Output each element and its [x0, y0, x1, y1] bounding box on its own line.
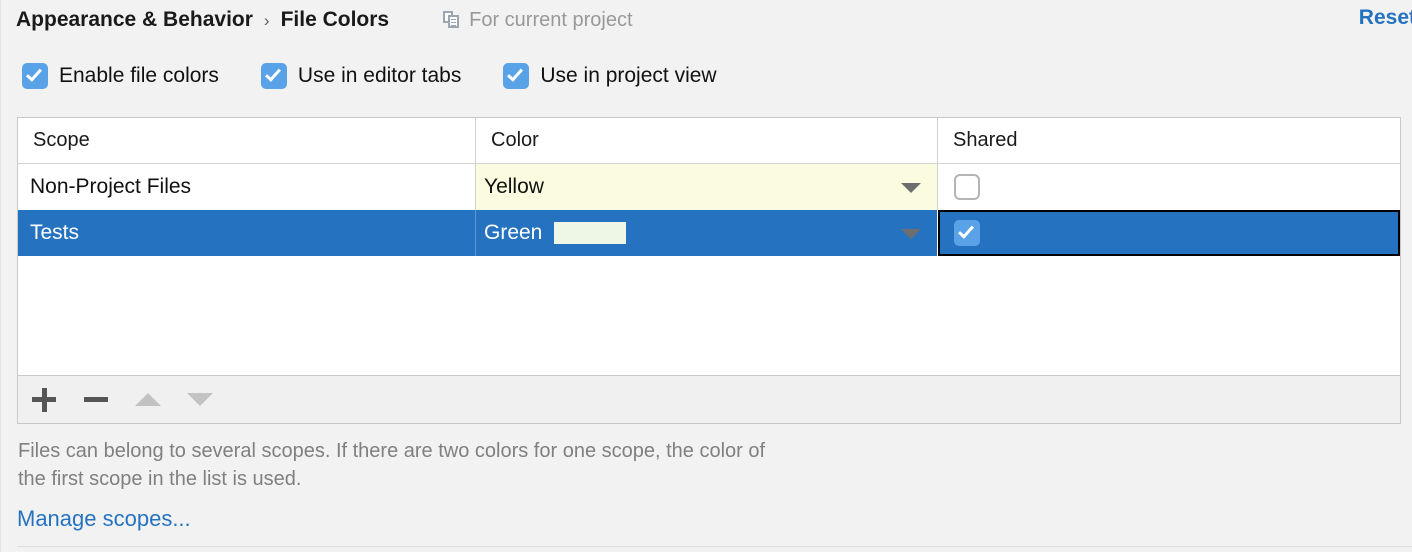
- reset-button[interactable]: Reset: [1359, 6, 1412, 30]
- plus-icon: [32, 387, 56, 412]
- checkbox-label: Use in editor tabs: [297, 64, 462, 87]
- checkbox-indicator[interactable]: [260, 63, 287, 89]
- arrow-up-icon: [135, 393, 161, 406]
- focused-cell-outline: [938, 210, 1400, 256]
- breadcrumb-separator-icon: ›: [263, 10, 270, 30]
- file-colors-options: Enable file colors Use in editor tabs Us…: [22, 63, 717, 89]
- checkbox-indicator[interactable]: [22, 63, 48, 89]
- cell-shared[interactable]: [938, 210, 1400, 256]
- cell-color[interactable]: Green: [476, 210, 938, 256]
- add-scope-button[interactable]: [18, 376, 70, 423]
- table-row[interactable]: Tests Green: [18, 210, 1400, 256]
- settings-header: Appearance & Behavior › File Colors For …: [0, 0, 1412, 40]
- scope-note: For current project: [443, 8, 633, 32]
- checkbox-use-in-editor-tabs[interactable]: Use in editor tabs: [260, 63, 462, 89]
- checkbox-enable-file-colors[interactable]: Enable file colors: [22, 63, 219, 89]
- move-down-button[interactable]: [174, 376, 226, 423]
- breadcrumb-root[interactable]: Appearance & Behavior: [16, 8, 253, 32]
- chevron-down-icon[interactable]: [901, 229, 921, 239]
- color-name: Yellow: [484, 175, 544, 198]
- window-left-edge: [0, 0, 1, 552]
- cell-shared[interactable]: [938, 164, 1400, 210]
- column-header-color[interactable]: Color: [476, 118, 938, 163]
- scope-name: Non-Project Files: [30, 175, 192, 198]
- page-title: File Colors: [280, 8, 390, 31]
- table-empty-area[interactable]: [18, 256, 1400, 375]
- scope-note-label: For current project: [469, 8, 633, 31]
- hint-text: Files can belong to several scopes. If t…: [18, 440, 766, 490]
- footer-divider: [17, 546, 1412, 547]
- color-swatch: [554, 222, 627, 244]
- minus-icon: [84, 397, 108, 402]
- cell-scope[interactable]: Non-Project Files: [18, 164, 476, 210]
- cell-color[interactable]: Yellow: [476, 164, 938, 210]
- remove-scope-button[interactable]: [70, 376, 122, 423]
- shared-checkbox[interactable]: [954, 220, 980, 246]
- checkbox-label: Enable file colors: [59, 64, 219, 87]
- copy-icon: [443, 11, 460, 29]
- checkbox-indicator[interactable]: [503, 63, 530, 89]
- scope-name: Tests: [30, 221, 80, 244]
- color-name: Green: [484, 221, 543, 244]
- column-header-scope[interactable]: Scope: [18, 118, 476, 163]
- chevron-down-icon[interactable]: [901, 183, 921, 193]
- arrow-down-icon: [187, 393, 213, 406]
- manage-scopes-link[interactable]: Manage scopes...: [17, 506, 191, 532]
- cell-scope[interactable]: Tests: [18, 210, 476, 256]
- move-up-button[interactable]: [122, 376, 174, 423]
- checkbox-label: Use in project view: [540, 64, 717, 87]
- table-header-row: Scope Color Shared: [18, 118, 1400, 164]
- file-colors-table: Scope Color Shared Non-Project Files Yel…: [17, 117, 1401, 376]
- shared-checkbox[interactable]: [954, 174, 980, 200]
- table-row[interactable]: Non-Project Files Yellow: [18, 164, 1400, 210]
- table-toolbar: [17, 376, 1401, 424]
- column-header-shared[interactable]: Shared: [938, 118, 1400, 163]
- checkbox-use-in-project-view[interactable]: Use in project view: [503, 63, 717, 89]
